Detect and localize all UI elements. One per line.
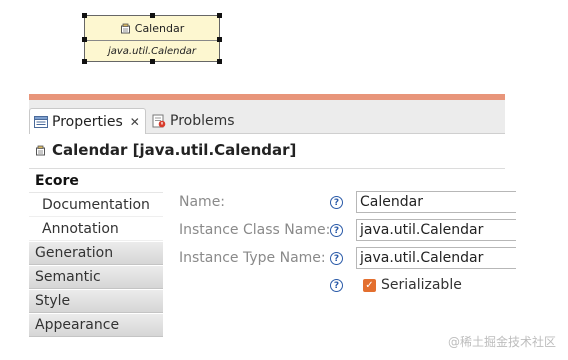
resize-handle-se[interactable] bbox=[217, 59, 222, 64]
divider bbox=[29, 168, 505, 169]
resize-handle-w[interactable] bbox=[82, 37, 87, 42]
section-tab-label: Style bbox=[35, 293, 71, 309]
instance-type-label: Instance Type Name: bbox=[179, 250, 326, 266]
serializable-checkbox[interactable]: ✓ bbox=[363, 279, 376, 292]
tab-properties-label: Properties bbox=[52, 113, 123, 130]
properties-icon bbox=[34, 115, 48, 128]
resize-handle-n[interactable] bbox=[150, 13, 155, 18]
instance-class-label: Instance Class Name: bbox=[179, 222, 331, 238]
tab-properties[interactable]: Properties ✕ bbox=[29, 108, 146, 134]
help-icon[interactable]: ? bbox=[330, 196, 343, 209]
calendar-class-node[interactable]: Calendar java.util.Calendar bbox=[82, 13, 222, 64]
section-tabs: Ecore Documentation Annotation Generatio… bbox=[29, 170, 163, 338]
problems-icon bbox=[152, 114, 166, 128]
page-title-text: Calendar [java.util.Calendar] bbox=[52, 141, 297, 159]
section-tab-label: Annotation bbox=[42, 221, 119, 237]
resize-handle-e[interactable] bbox=[217, 37, 222, 42]
name-field[interactable]: Calendar bbox=[356, 191, 516, 213]
serializable-label: Serializable bbox=[381, 277, 462, 293]
instance-type-field[interactable]: java.util.Calendar bbox=[356, 247, 516, 269]
section-tab-appearance[interactable]: Appearance bbox=[29, 314, 163, 337]
section-tab-annotation[interactable]: Annotation bbox=[29, 218, 163, 241]
section-tab-label: Semantic bbox=[35, 269, 101, 285]
class-icon bbox=[36, 145, 45, 155]
close-icon[interactable]: ✕ bbox=[130, 115, 140, 129]
help-icon[interactable]: ? bbox=[330, 279, 343, 292]
node-name: Calendar bbox=[134, 21, 185, 35]
section-tab-label: Appearance bbox=[35, 317, 120, 333]
resize-handle-sw[interactable] bbox=[82, 59, 87, 64]
section-tab-label: Documentation bbox=[42, 197, 150, 213]
watermark: @稀土掘金技术社区 bbox=[447, 335, 556, 349]
view-tab-bar: Properties ✕ Problems bbox=[29, 100, 505, 134]
section-tab-label: Ecore bbox=[35, 173, 79, 189]
help-icon[interactable]: ? bbox=[330, 252, 343, 265]
section-tab-documentation[interactable]: Documentation bbox=[29, 194, 163, 217]
section-tab-semantic[interactable]: Semantic bbox=[29, 266, 163, 289]
section-tab-label: Generation bbox=[35, 245, 114, 261]
resize-handle-s[interactable] bbox=[150, 59, 155, 64]
help-icon[interactable]: ? bbox=[330, 224, 343, 237]
name-label: Name: bbox=[179, 194, 226, 210]
section-tab-generation[interactable]: Generation bbox=[29, 242, 163, 265]
tab-problems[interactable]: Problems bbox=[148, 108, 239, 134]
resize-handle-nw[interactable] bbox=[82, 13, 87, 18]
node-header: Calendar bbox=[85, 16, 219, 41]
tab-problems-label: Problems bbox=[170, 113, 235, 129]
page-title: Calendar [java.util.Calendar] bbox=[35, 141, 296, 159]
section-tab-style[interactable]: Style bbox=[29, 290, 163, 313]
resize-handle-ne[interactable] bbox=[217, 13, 222, 18]
instance-class-field[interactable]: java.util.Calendar bbox=[356, 219, 516, 241]
class-icon bbox=[120, 23, 130, 33]
section-tab-ecore[interactable]: Ecore bbox=[29, 170, 163, 193]
